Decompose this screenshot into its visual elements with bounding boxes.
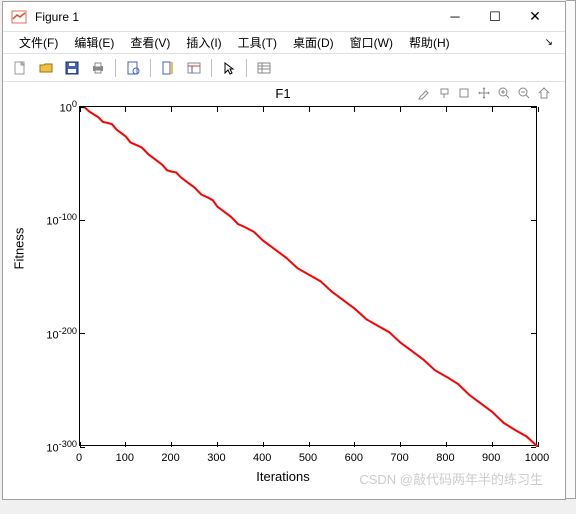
menu-view[interactable]: 查看(V)	[122, 32, 178, 53]
x-tick-label: 900	[476, 452, 506, 464]
x-tick-label: 700	[385, 452, 415, 464]
menu-edit[interactable]: 编辑(E)	[66, 32, 122, 53]
layout-icon[interactable]	[183, 57, 205, 79]
x-tick-label: 400	[247, 452, 277, 464]
open-icon[interactable]	[35, 57, 57, 79]
new-icon[interactable]	[9, 57, 31, 79]
titlebar: Figure 1 ─ ☐ ✕	[3, 2, 565, 32]
cursor-icon[interactable]	[218, 57, 240, 79]
menubar: 文件(F) 编辑(E) 查看(V) 插入(I) 工具(T) 桌面(D) 窗口(W…	[3, 32, 565, 54]
maximize-button[interactable]: ☐	[475, 3, 515, 31]
menu-desktop[interactable]: 桌面(D)	[285, 32, 342, 53]
x-tick-label: 800	[430, 452, 460, 464]
x-tick-label: 0	[64, 452, 94, 464]
figure-content: F1 Fitness Iterations 10010-10010-20010-…	[3, 82, 563, 498]
menu-window[interactable]: 窗口(W)	[342, 32, 401, 53]
x-tick-label: 1000	[522, 452, 552, 464]
menu-help[interactable]: 帮助(H)	[401, 32, 458, 53]
chart-title: F1	[3, 86, 563, 101]
y-axis-label: Fitness	[12, 228, 27, 270]
menu-insert[interactable]: 插入(I)	[178, 32, 229, 53]
properties-icon[interactable]	[253, 57, 275, 79]
print-preview-icon[interactable]	[122, 57, 144, 79]
plot-area[interactable]	[79, 106, 537, 446]
dock-icon[interactable]	[157, 57, 179, 79]
side-strip	[566, 0, 576, 499]
app-icon	[11, 9, 27, 25]
x-tick-label: 600	[339, 452, 369, 464]
minimize-button[interactable]: ─	[435, 3, 475, 31]
print-icon[interactable]	[87, 57, 109, 79]
figure-window: Figure 1 ─ ☐ ✕ 文件(F) 编辑(E) 查看(V) 插入(I) 工…	[2, 1, 566, 500]
watermark-text: CSDN @敲代码两年半的练习生	[359, 469, 543, 488]
x-tick-label: 500	[293, 452, 323, 464]
toolbar	[3, 54, 565, 82]
y-tick-label: 100	[27, 99, 77, 115]
save-icon[interactable]	[61, 57, 83, 79]
x-tick-label: 200	[156, 452, 186, 464]
menu-file[interactable]: 文件(F)	[11, 32, 66, 53]
menu-tools[interactable]: 工具(T)	[230, 32, 285, 53]
x-tick-label: 100	[110, 452, 140, 464]
data-line	[80, 107, 538, 447]
close-button[interactable]: ✕	[515, 3, 555, 31]
window-title: Figure 1	[35, 10, 435, 24]
y-tick-label: 10-100	[27, 212, 77, 228]
y-tick-label: 10-200	[27, 326, 77, 342]
x-tick-label: 300	[201, 452, 231, 464]
menu-more-icon[interactable]: ↘	[541, 37, 557, 48]
